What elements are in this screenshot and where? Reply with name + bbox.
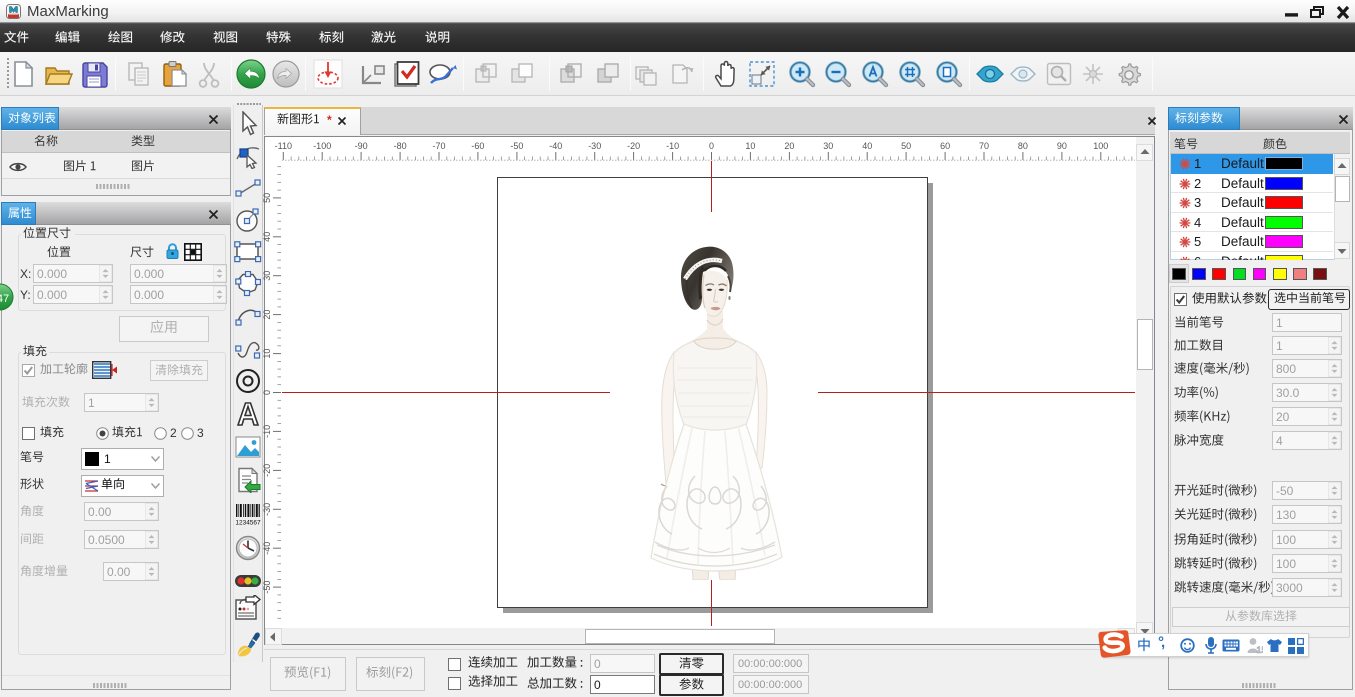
svg-text:1234567: 1234567 [235,520,261,527]
svg-text:47: 47 [0,293,9,305]
svg-text:15: 15 [1257,645,1264,654]
